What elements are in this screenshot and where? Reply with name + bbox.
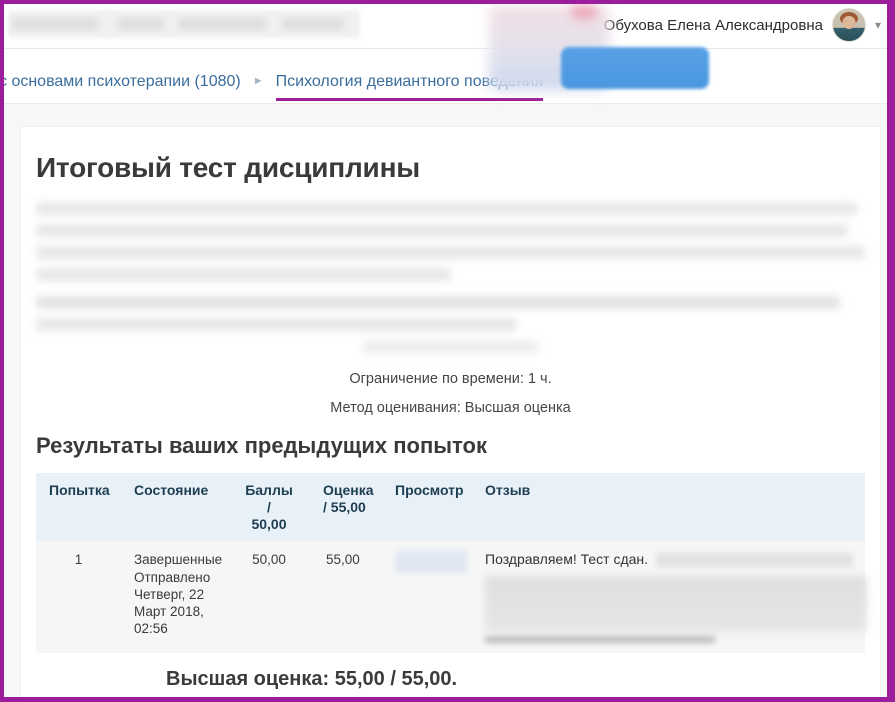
chevron-down-icon[interactable]: ▾ <box>875 19 881 31</box>
content-card: Итоговый тест дисциплины Ограничение по … <box>20 126 881 697</box>
col-header-feedback: Отзыв <box>477 473 865 542</box>
top-bar: Обухова Елена Александровна ▾ <box>4 4 887 49</box>
feedback-text: Поздравляем! Тест сдан. <box>485 551 649 568</box>
attempts-table: Попытка Состояние Баллы / 50,00 Оценка /… <box>36 473 867 654</box>
redacted-text-line <box>485 636 715 644</box>
attempt-grade-cell: 55,00 <box>301 541 387 654</box>
avatar[interactable] <box>831 8 866 42</box>
attempt-feedback-cell: Поздравляем! Тест сдан. <box>477 541 867 654</box>
attempt-state-cell: Завершенные Отправлено Четверг, 22 Март … <box>121 541 237 654</box>
redacted-text-line <box>36 296 841 309</box>
col-header-attempt: Попытка <box>36 473 121 542</box>
redacted-description <box>36 202 865 353</box>
col-header-review: Просмотр <box>387 473 477 542</box>
attempt-number-cell: 1 <box>36 541 121 654</box>
page-title: Итоговый тест дисциплины <box>36 152 420 183</box>
col-header-grade: Оценка / 55,00 <box>301 473 387 542</box>
col-header-state: Состояние <box>121 473 237 542</box>
final-grade-text: Высшая оценка: 55,00 / 55,00. <box>166 668 458 691</box>
time-limit-text: Ограничение по времени: 1 ч. <box>349 371 552 387</box>
grading-method-text: Метод оценивания: Высшая оценка <box>330 400 571 416</box>
attempts-table-header-row: Попытка Состояние Баллы / 50,00 Оценка /… <box>36 473 865 542</box>
breadcrumb-current-link[interactable]: Психология девиантного поведения <box>275 73 544 101</box>
redacted-text-line <box>363 341 538 353</box>
attempt-review-cell <box>387 541 477 654</box>
redacted-text-line <box>36 268 451 281</box>
breadcrumb: с основами психотерапии (1080) ► Психоло… <box>4 49 887 103</box>
breadcrumb-course-link[interactable]: с основами психотерапии (1080) <box>4 73 241 91</box>
results-heading: Результаты ваших предыдущих попыток <box>36 433 487 458</box>
redacted-nav-menu <box>8 10 360 38</box>
attempt-marks-cell: 50,00 <box>237 541 301 654</box>
redacted-review-link[interactable] <box>395 551 467 574</box>
redacted-text-line <box>36 318 517 331</box>
redacted-text-line <box>36 224 849 237</box>
redacted-text-line <box>656 553 853 568</box>
breadcrumb-arrow-icon: ► <box>252 75 264 87</box>
page-frame: Обухова Елена Александровна ▾ с основами… <box>0 0 895 702</box>
user-name: Обухова Елена Александровна <box>603 16 823 34</box>
user-menu[interactable]: Обухова Елена Александровна ▾ <box>604 8 881 42</box>
col-header-marks: Баллы / 50,00 <box>237 473 301 542</box>
page-background: Итоговый тест дисциплины Ограничение по … <box>4 103 887 697</box>
redacted-text-line <box>36 246 865 259</box>
redacted-text-line <box>36 202 857 215</box>
table-row: 1 Завершенные Отправлено Четверг, 22 Мар… <box>36 541 867 654</box>
redacted-feedback-block <box>485 576 867 633</box>
